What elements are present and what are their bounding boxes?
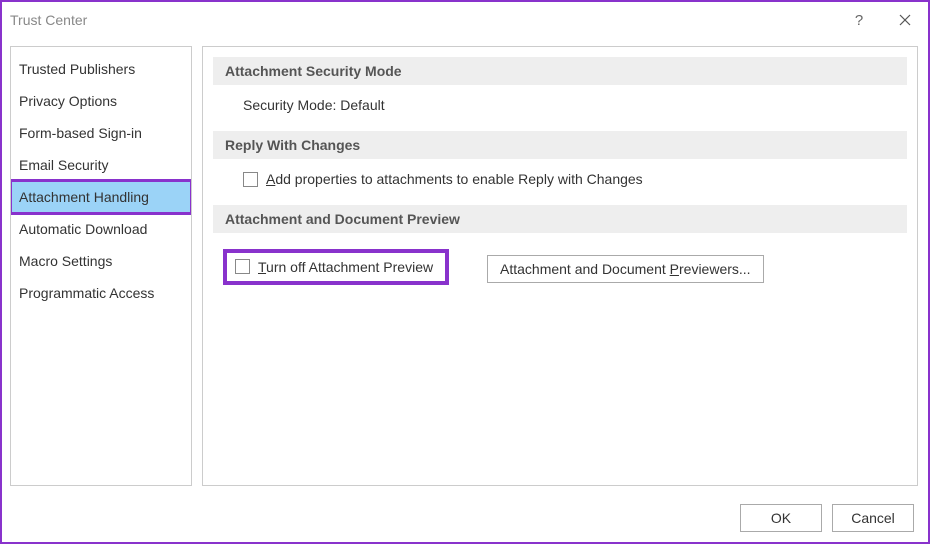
section-header-reply-with-changes: Reply With Changes <box>213 131 907 159</box>
sidebar-item-macro-settings[interactable]: Macro Settings <box>11 245 191 277</box>
attachment-preview-body: Turn off Attachment Preview Attachment a… <box>213 245 907 303</box>
cancel-button[interactable]: Cancel <box>832 504 914 532</box>
titlebar-buttons: ? <box>836 2 928 38</box>
turn-off-preview-checkbox[interactable] <box>235 259 250 274</box>
security-mode-value: Default <box>340 97 384 113</box>
sidebar-item-privacy-options[interactable]: Privacy Options <box>11 85 191 117</box>
ok-button[interactable]: OK <box>740 504 822 532</box>
sidebar-item-email-security[interactable]: Email Security <box>11 149 191 181</box>
footer: OK Cancel <box>2 494 928 542</box>
sidebar: Trusted Publishers Privacy Options Form-… <box>10 46 192 486</box>
previewers-button[interactable]: Attachment and Document Previewers... <box>487 255 764 283</box>
turn-off-preview-highlight: Turn off Attachment Preview <box>223 249 449 285</box>
section-header-attachment-security: Attachment Security Mode <box>213 57 907 85</box>
main-area: Trusted Publishers Privacy Options Form-… <box>2 38 928 494</box>
window-body: Trusted Publishers Privacy Options Form-… <box>2 38 928 542</box>
add-properties-label: Add properties to attachments to enable … <box>266 171 643 187</box>
close-icon <box>899 14 911 26</box>
sidebar-item-trusted-publishers[interactable]: Trusted Publishers <box>11 53 191 85</box>
content-panel: Attachment Security Mode Security Mode: … <box>202 46 918 486</box>
sidebar-item-attachment-handling[interactable]: Attachment Handling <box>11 181 191 213</box>
trust-center-window: Trust Center ? Trusted Publishers Privac… <box>0 0 930 544</box>
security-mode-label: Security Mode: <box>243 97 340 113</box>
reply-with-changes-body: Add properties to attachments to enable … <box>213 171 907 205</box>
sidebar-item-form-based-sign-in[interactable]: Form-based Sign-in <box>11 117 191 149</box>
window-title: Trust Center <box>10 12 87 28</box>
titlebar: Trust Center ? <box>2 2 928 38</box>
section-header-attachment-preview: Attachment and Document Preview <box>213 205 907 233</box>
sidebar-item-automatic-download[interactable]: Automatic Download <box>11 213 191 245</box>
security-mode-row: Security Mode: Default <box>213 97 907 131</box>
sidebar-item-programmatic-access[interactable]: Programmatic Access <box>11 277 191 309</box>
turn-off-preview-label: Turn off Attachment Preview <box>258 259 433 275</box>
close-button[interactable] <box>882 2 928 38</box>
help-button[interactable]: ? <box>836 2 882 38</box>
add-properties-checkbox[interactable] <box>243 172 258 187</box>
add-properties-checkbox-row[interactable]: Add properties to attachments to enable … <box>243 171 907 187</box>
